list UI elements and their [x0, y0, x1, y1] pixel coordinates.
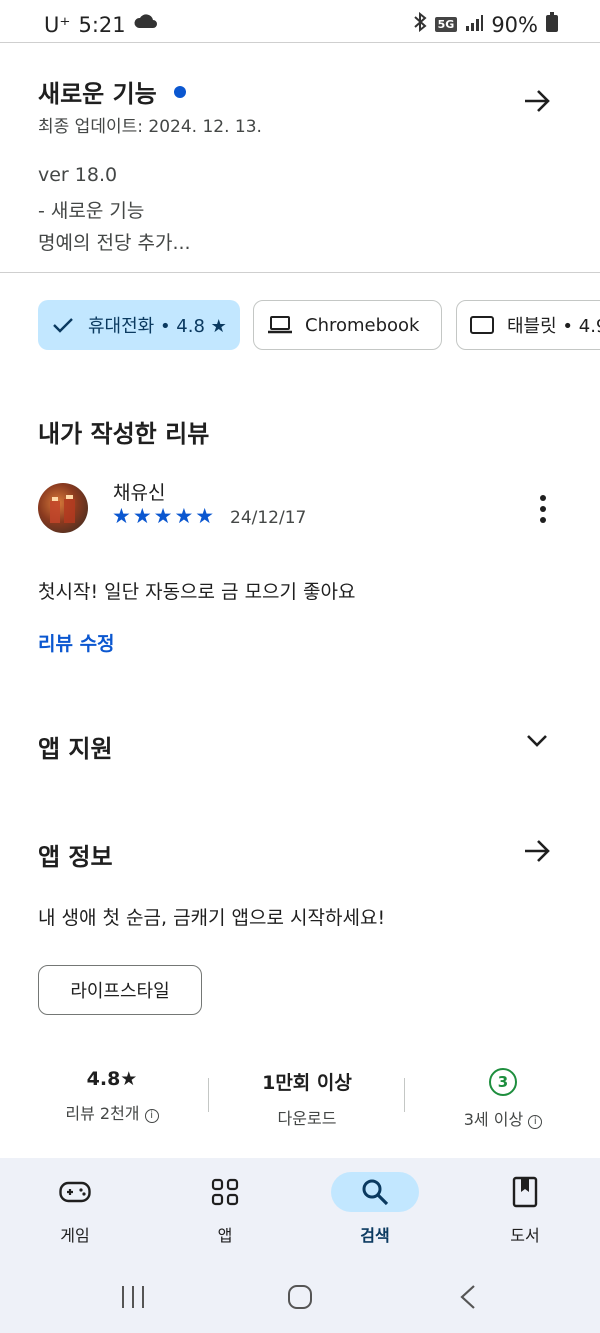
app-support-title[interactable]: 앱 지원 [38, 729, 113, 764]
chip-chromebook[interactable]: Chromebook [253, 300, 442, 350]
gamepad-icon [20, 1172, 130, 1212]
more-options-icon[interactable] [530, 494, 556, 528]
nav-books[interactable]: 도서 [470, 1172, 580, 1246]
clock: 5:21 [78, 12, 126, 37]
nav-search[interactable]: 검색 [320, 1172, 430, 1246]
release-note-line: ver 18.0 [38, 164, 118, 186]
chip-label: Chromebook [305, 314, 420, 336]
bottom-navigation: 게임 앱 검색 도서 [0, 1158, 600, 1258]
arrow-right-icon[interactable] [522, 86, 552, 120]
battery-level: 90% [491, 12, 538, 37]
stat-divider [404, 1078, 405, 1112]
stat-rating: 4.8★ 리뷰 2천개 i [27, 1068, 197, 1124]
age-label: 3세 이상 [463, 1110, 524, 1129]
last-updated: 최종 업데이트: 2024. 12. 13. [38, 117, 262, 137]
arrow-right-icon[interactable] [522, 836, 552, 870]
book-icon [470, 1172, 580, 1212]
recent-apps-icon[interactable] [120, 1284, 146, 1314]
downloads-label: 다운로드 [277, 1109, 337, 1128]
avatar [38, 483, 88, 533]
rating-count: 리뷰 2천개 [65, 1104, 140, 1123]
bluetooth-icon [413, 11, 427, 37]
downloads-value: 1만회 이상 [262, 1072, 352, 1094]
info-icon[interactable]: i [144, 1109, 159, 1123]
back-icon[interactable] [458, 1284, 478, 1314]
release-note-line: - 새로운 기능 [38, 200, 145, 222]
cloud-icon [134, 12, 158, 37]
apps-grid-icon [170, 1172, 280, 1212]
nav-label: 도서 [510, 1226, 540, 1245]
chip-phone[interactable]: 휴대전화 • 4.8 ★ [38, 300, 240, 350]
search-icon [331, 1172, 419, 1212]
info-icon[interactable]: i [528, 1115, 543, 1129]
nav-apps[interactable]: 앱 [170, 1172, 280, 1246]
nav-games[interactable]: 게임 [20, 1172, 130, 1246]
status-bar: U⁺ 5:21 5G 90% [0, 0, 600, 52]
status-divider [0, 42, 600, 43]
carrier-label: U⁺ [44, 12, 71, 37]
system-navigation-bar [0, 1258, 600, 1333]
my-review-title: 내가 작성한 리뷰 [38, 420, 210, 448]
edit-review-link[interactable]: 리뷰 수정 [38, 629, 115, 656]
whats-new-title: 새로운 기능 [38, 80, 157, 108]
stat-divider [208, 1078, 209, 1112]
nav-label: 앱 [217, 1226, 233, 1245]
section-divider [0, 272, 600, 273]
home-icon[interactable] [287, 1284, 313, 1314]
nav-label: 검색 [360, 1226, 390, 1245]
whats-new-header[interactable]: 새로운 기능 [38, 74, 186, 109]
chip-tablet[interactable]: 태블릿 • 4.9 [456, 300, 600, 350]
nav-label: 게임 [60, 1226, 90, 1245]
chevron-down-icon[interactable] [524, 731, 550, 755]
category-tag[interactable]: 라이프스타일 [38, 965, 202, 1015]
new-dot-icon [173, 86, 186, 98]
review-stars: ★★★★★ [112, 504, 217, 528]
laptop-icon [267, 315, 293, 335]
check-icon [52, 316, 74, 334]
app-info-title[interactable]: 앱 정보 [38, 837, 113, 872]
age-rating-badge: 3 [489, 1068, 517, 1096]
app-description: 내 생애 첫 순금, 금캐기 앱으로 시작하세요! [38, 907, 386, 929]
stat-age: 3 3세 이상 i [418, 1068, 588, 1130]
network-badge: 5G [434, 17, 458, 32]
chip-label: 태블릿 • 4.9 [507, 316, 600, 337]
stat-downloads: 1만회 이상 다운로드 [222, 1068, 392, 1129]
review-date: 24/12/17 [230, 508, 307, 528]
review-text: 첫시작! 일단 자동으로 금 모으기 좋아요 [38, 581, 356, 603]
review-author: 채유신 [113, 482, 166, 504]
battery-icon [546, 12, 558, 37]
release-note-line: 명예의 전당 추가... [38, 232, 191, 254]
chip-label: 휴대전화 • 4.8 ★ [88, 316, 227, 337]
signal-icon [465, 13, 484, 37]
tablet-icon [469, 315, 495, 335]
rating-value: 4.8★ [86, 1068, 138, 1090]
